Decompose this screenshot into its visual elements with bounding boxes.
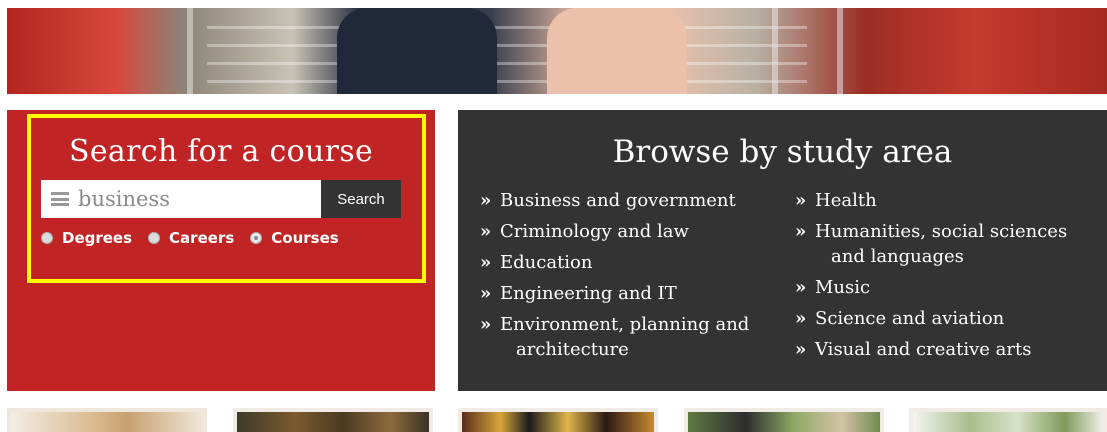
thumbnail-image[interactable] xyxy=(684,408,884,432)
chevron-right-icon: » xyxy=(480,221,492,242)
chevron-right-icon: » xyxy=(480,314,492,335)
study-area-list-left: » Business and government » Criminology an… xyxy=(480,188,780,368)
handrail xyxy=(837,8,843,94)
link-label[interactable]: Engineering and IT xyxy=(500,283,677,304)
study-area-list-right: » Health » Humanities, social sciences and … xyxy=(795,188,1105,368)
study-area-link-science[interactable]: » Science and aviation xyxy=(795,306,1105,331)
study-area-link-humanities[interactable]: » Humanities, social sciences and language… xyxy=(795,219,1105,269)
link-label[interactable]: Science and aviation xyxy=(815,308,1004,329)
chevron-right-icon: » xyxy=(795,308,807,329)
link-label[interactable]: Humanities, social sciences xyxy=(815,221,1067,242)
chevron-right-icon: » xyxy=(795,339,807,360)
link-label[interactable]: Business and government xyxy=(500,190,736,211)
link-label[interactable]: Criminology and law xyxy=(500,221,689,242)
radio-label: Courses xyxy=(271,229,339,247)
stair-step xyxy=(207,26,807,29)
chevron-right-icon: » xyxy=(795,221,807,242)
link-label-continued[interactable]: and languages xyxy=(815,244,1105,269)
course-search-panel: Search for a course Search Degrees Caree… xyxy=(7,110,435,391)
search-type-options: Degrees Careers Courses xyxy=(41,229,339,247)
link-label[interactable]: Visual and creative arts xyxy=(815,339,1031,360)
study-area-link-environment[interactable]: » Environment, planning and architecture xyxy=(480,312,780,362)
study-area-link-health[interactable]: » Health xyxy=(795,188,1105,213)
radio-label: Careers xyxy=(169,229,235,247)
stair-step xyxy=(207,62,807,65)
search-box[interactable] xyxy=(41,180,321,218)
stair-step xyxy=(207,44,807,47)
study-area-link-music[interactable]: » Music xyxy=(795,275,1105,300)
chevron-right-icon: » xyxy=(795,277,807,298)
chevron-right-icon: » xyxy=(480,283,492,304)
thumbnail-image[interactable] xyxy=(233,408,433,432)
link-label-continued[interactable]: architecture xyxy=(500,337,780,362)
radio-degrees[interactable]: Degrees xyxy=(41,229,132,247)
browse-title: Browse by study area xyxy=(612,134,953,170)
thumbnail-image[interactable] xyxy=(7,408,207,432)
radio-unchecked-icon[interactable] xyxy=(148,232,161,244)
browse-study-area-panel: Browse by study area » Business and gover… xyxy=(458,110,1107,391)
hero-banner-image xyxy=(7,8,1107,94)
search-button[interactable]: Search xyxy=(321,180,401,218)
handrail xyxy=(772,8,778,94)
study-area-link-visual-arts[interactable]: » Visual and creative arts xyxy=(795,337,1105,362)
chevron-right-icon: » xyxy=(480,190,492,211)
student-figure xyxy=(337,8,497,94)
search-input[interactable] xyxy=(78,187,318,211)
search-title: Search for a course xyxy=(68,134,374,169)
link-label[interactable]: Education xyxy=(500,252,593,273)
study-area-link-engineering[interactable]: » Engineering and IT xyxy=(480,281,780,306)
radio-label: Degrees xyxy=(62,229,133,247)
radio-checked-icon[interactable] xyxy=(250,232,263,244)
handrail xyxy=(187,8,193,94)
thumbnail-image[interactable] xyxy=(909,408,1107,432)
thumbnail-image[interactable] xyxy=(458,408,658,432)
link-label[interactable]: Environment, planning and xyxy=(500,314,749,335)
menu-icon[interactable] xyxy=(51,192,69,206)
student-figure xyxy=(547,8,687,94)
chevron-right-icon: » xyxy=(795,190,807,211)
link-label[interactable]: Health xyxy=(815,190,877,211)
study-area-link-business[interactable]: » Business and government xyxy=(480,188,780,213)
radio-courses[interactable]: Courses xyxy=(250,229,339,247)
study-area-link-criminology[interactable]: » Criminology and law xyxy=(480,219,780,244)
stair-step xyxy=(207,80,807,83)
radio-careers[interactable]: Careers xyxy=(148,229,234,247)
radio-unchecked-icon[interactable] xyxy=(41,232,53,244)
link-label[interactable]: Music xyxy=(815,277,870,298)
study-area-link-education[interactable]: » Education xyxy=(480,250,780,275)
chevron-right-icon: » xyxy=(480,252,492,273)
